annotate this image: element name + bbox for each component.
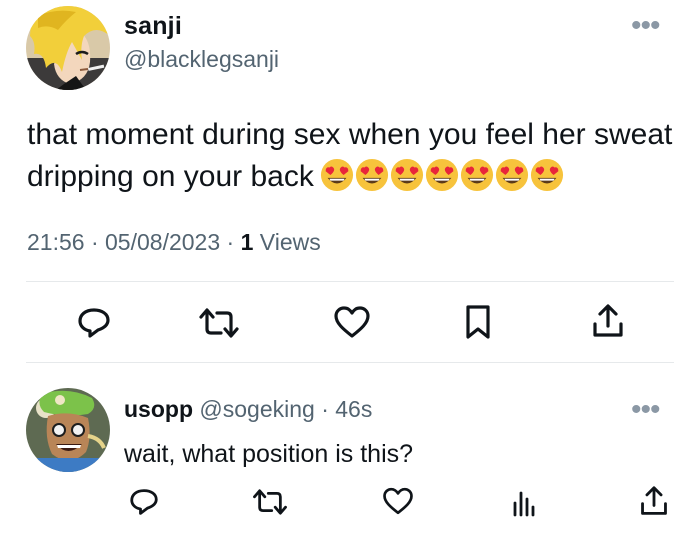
divider [26,281,674,282]
author-avatar[interactable] [26,6,110,90]
reply-retweet-button[interactable] [248,485,292,519]
heart-eyes-emoji-icon [425,158,458,192]
meta-separator: · [90,229,99,255]
sanji-avatar-icon [26,6,110,90]
reply-like-button[interactable] [379,484,417,518]
tweet-date[interactable]: 05/08/2023 [105,229,220,255]
reply-time[interactable]: 46s [335,396,372,422]
like-icon [334,306,370,338]
more-options-icon[interactable]: ••• [631,11,660,41]
usopp-avatar-icon [26,388,110,472]
heart-eyes-emoji-icon [355,158,388,192]
reply-author-handle[interactable]: @sogeking [199,396,314,422]
tweet-time[interactable]: 21:56 [27,229,85,255]
reply-reply-button[interactable] [124,484,164,520]
reply-analytics-button[interactable] [508,484,542,520]
analytics-icon [513,491,535,517]
views-label[interactable]: Views [260,229,321,255]
divider [26,362,674,363]
retweet-button[interactable] [195,304,243,342]
emoji-row [320,158,564,192]
meta-separator: · [226,229,235,255]
reply-more-options-icon[interactable]: ••• [631,395,660,425]
reply-header: usopp @sogeking · 46s [124,396,372,423]
share-icon [593,304,623,337]
heart-eyes-emoji-icon [530,158,563,192]
reply-button[interactable] [72,303,116,343]
tweet-text: that moment during sex when you feel her… [27,114,687,198]
heart-eyes-emoji-icon [495,158,528,192]
reply-icon [130,489,158,515]
reply-icon [78,308,110,338]
heart-eyes-emoji-icon [460,158,493,192]
bookmark-button[interactable] [460,302,496,342]
share-button[interactable] [588,301,628,341]
reply-author-name[interactable]: usopp [124,396,193,422]
like-button[interactable] [330,302,374,342]
reply-author-avatar[interactable] [26,388,110,472]
heart-eyes-emoji-icon [390,158,423,192]
share-icon [641,486,667,515]
bookmark-icon [466,305,490,339]
author-handle[interactable]: @blacklegsanji [124,46,279,73]
views-count[interactable]: 1 [241,229,254,255]
tweet-meta: 21:56 · 05/08/2023 · 1 Views [27,229,321,256]
reply-share-button[interactable] [636,482,672,520]
retweet-icon [199,308,239,338]
heart-eyes-emoji-icon [320,158,353,192]
author-name[interactable]: sanji [124,12,182,41]
like-icon [383,487,413,515]
retweet-icon [253,489,287,515]
reply-text: wait, what position is this? [124,440,414,468]
reply-separator: · [321,396,329,422]
